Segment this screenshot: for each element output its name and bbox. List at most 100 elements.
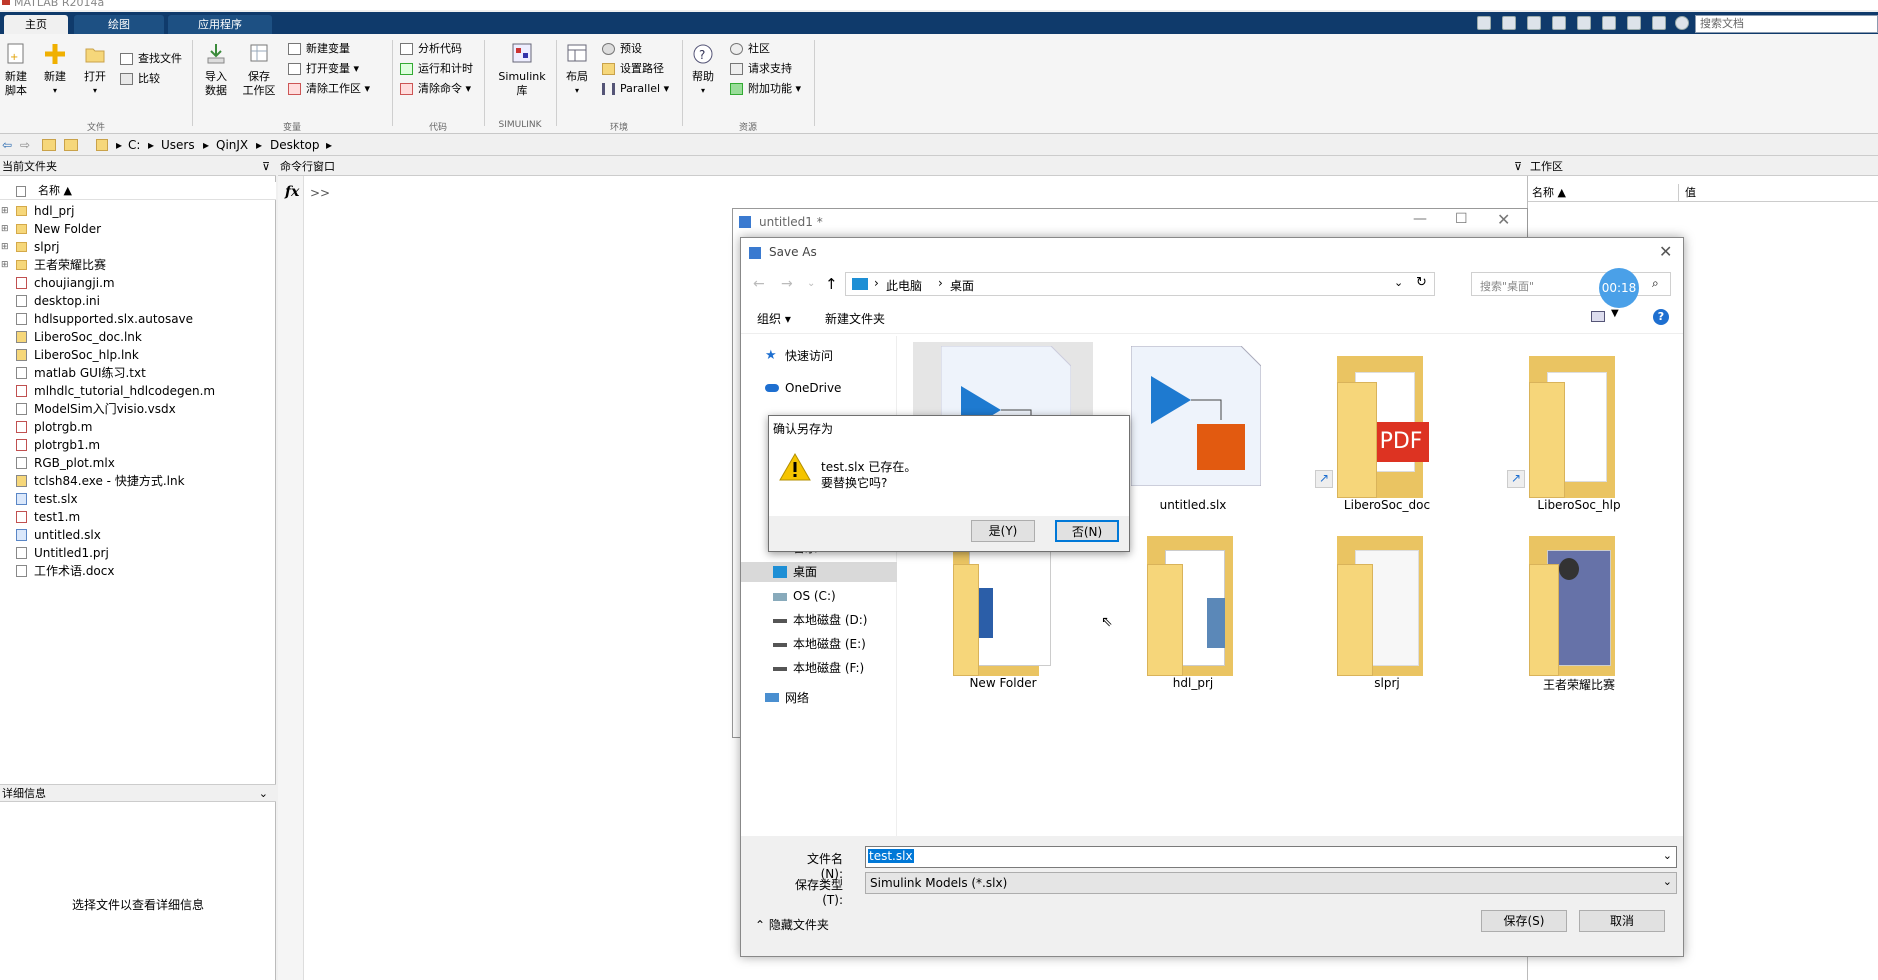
tab-plots[interactable]: 绘图 bbox=[74, 15, 164, 34]
chevron-down-icon[interactable]: ⌄ bbox=[1663, 849, 1672, 862]
nav-network[interactable]: 网络 bbox=[765, 688, 809, 708]
organize-button[interactable]: 组织 ▾ bbox=[757, 310, 791, 327]
close-icon[interactable]: ✕ bbox=[1659, 242, 1672, 261]
save-icon[interactable] bbox=[1502, 16, 1516, 30]
open-variable-button[interactable]: 打开变量 ▾ bbox=[286, 60, 359, 78]
tile-honor-of-kings[interactable]: 王者荣耀比赛 bbox=[1489, 528, 1669, 698]
fx-icon[interactable]: fx bbox=[285, 184, 299, 200]
tile-slprj[interactable]: slprj bbox=[1297, 528, 1477, 698]
layout-button[interactable]: 布局 ▾ bbox=[562, 42, 592, 98]
column-header-value[interactable]: 值 bbox=[1678, 184, 1696, 202]
file-list-item[interactable]: plotrgb.m bbox=[0, 418, 276, 436]
search-desktop-input[interactable]: 搜索"桌面" ⌕ bbox=[1471, 272, 1671, 296]
file-list-item[interactable]: ⊞ 王者荣耀比赛 bbox=[0, 256, 276, 274]
close-icon[interactable]: ✕ bbox=[1497, 210, 1510, 229]
expand-icon[interactable]: ⊞ bbox=[1, 256, 9, 274]
filename-input[interactable]: test.slx ⌄ bbox=[865, 846, 1677, 868]
save-button[interactable]: 保存(S) bbox=[1481, 910, 1567, 932]
file-list-item[interactable]: ⊞ slprj bbox=[0, 238, 276, 256]
no-button[interactable]: 否(N) bbox=[1055, 520, 1119, 542]
address-box[interactable]: › 此电脑 › 桌面 ⌄ ↻ bbox=[845, 272, 1435, 296]
analyze-code-button[interactable]: 分析代码 bbox=[398, 40, 462, 58]
new-script-button[interactable]: + 新建 脚本 bbox=[2, 42, 30, 98]
back-icon[interactable]: ⇦ bbox=[2, 138, 12, 152]
forward-icon[interactable]: → bbox=[781, 276, 793, 292]
tile-liberosoc-hlp[interactable]: ↗ LiberoSoc_hlp bbox=[1489, 342, 1669, 512]
chevron-down-icon[interactable]: ⌄ bbox=[1394, 276, 1403, 289]
copy-icon[interactable] bbox=[1552, 16, 1566, 30]
preferences-button[interactable]: 预设 bbox=[600, 40, 642, 58]
back-icon[interactable]: ← bbox=[753, 276, 765, 292]
nav-drive-e[interactable]: 本地磁盘 (E:) bbox=[773, 634, 866, 654]
quick-access-icon[interactable] bbox=[1477, 16, 1491, 30]
nav-drive-d[interactable]: 本地磁盘 (D:) bbox=[773, 610, 867, 630]
details-header[interactable]: 详细信息 ⌄ bbox=[0, 784, 276, 802]
help-button[interactable]: ? 帮助 ▾ bbox=[688, 42, 718, 98]
help-icon[interactable] bbox=[1675, 16, 1689, 30]
clear-commands-button[interactable]: 清除命令 ▾ bbox=[398, 80, 471, 98]
cancel-button[interactable]: 取消 bbox=[1579, 910, 1665, 932]
save-workspace-button[interactable]: 保存 工作区 bbox=[242, 42, 276, 98]
file-list-item[interactable]: LiberoSoc_doc.lnk bbox=[0, 328, 276, 346]
file-list-item[interactable]: desktop.ini bbox=[0, 292, 276, 310]
cut-icon[interactable] bbox=[1527, 16, 1541, 30]
chevron-down-icon[interactable]: ▼ bbox=[1611, 308, 1619, 319]
maximize-icon[interactable]: ☐ bbox=[1455, 211, 1468, 227]
expand-icon[interactable]: ⊞ bbox=[1, 202, 9, 220]
browse-folder-icon[interactable] bbox=[64, 139, 78, 151]
file-list-item[interactable]: test.slx bbox=[0, 490, 276, 508]
simulink-library-button[interactable]: Simulink 库 bbox=[494, 42, 550, 98]
filetype-select[interactable]: Simulink Models (*.slx) ⌄ bbox=[865, 872, 1677, 894]
file-list-item[interactable]: matlab GUI练习.txt bbox=[0, 364, 276, 382]
file-list-item[interactable]: untitled.slx bbox=[0, 526, 276, 544]
path-this-pc[interactable]: 此电脑 bbox=[886, 277, 922, 294]
crumb-c[interactable]: C: bbox=[128, 138, 140, 152]
path-desktop[interactable]: 桌面 bbox=[950, 277, 974, 294]
nav-onedrive[interactable]: OneDrive bbox=[765, 378, 841, 398]
new-button[interactable]: 新建 ▾ bbox=[40, 42, 70, 98]
file-list-item[interactable]: LiberoSoc_hlp.lnk bbox=[0, 346, 276, 364]
search-icon[interactable]: ⌕ bbox=[1652, 276, 1659, 291]
parallel-button[interactable]: Parallel ▾ bbox=[600, 80, 669, 98]
find-files-button[interactable]: 查找文件 bbox=[118, 50, 182, 68]
file-list-item[interactable]: Untitled1.prj bbox=[0, 544, 276, 562]
chevron-down-icon[interactable]: ⌄ bbox=[259, 785, 268, 803]
forward-icon[interactable]: ⇨ bbox=[20, 138, 30, 152]
request-support-button[interactable]: 请求支持 bbox=[728, 60, 792, 78]
open-button[interactable]: 打开 ▾ bbox=[80, 42, 110, 98]
hide-folders-toggle[interactable]: ⌃ 隐藏文件夹 bbox=[755, 916, 829, 933]
yes-button[interactable]: 是(Y) bbox=[971, 520, 1035, 542]
tab-apps[interactable]: 应用程序 bbox=[168, 15, 272, 34]
file-list-item[interactable]: ⊞ New Folder bbox=[0, 220, 276, 238]
up-folder-icon[interactable] bbox=[42, 139, 56, 151]
nav-desktop[interactable]: 桌面 bbox=[741, 562, 897, 582]
refresh-icon[interactable]: ↻ bbox=[1416, 275, 1427, 290]
file-list-item[interactable]: hdlsupported.slx.autosave bbox=[0, 310, 276, 328]
panel-menu-icon[interactable]: ⊽ bbox=[262, 158, 270, 176]
tile-hdl-prj[interactable]: hdl_prj bbox=[1103, 528, 1283, 698]
clear-workspace-button[interactable]: 清除工作区 ▾ bbox=[286, 80, 370, 98]
crumb-desktop[interactable]: Desktop bbox=[270, 138, 320, 152]
file-list-item[interactable]: ModelSim入门visio.vsdx bbox=[0, 400, 276, 418]
up-icon[interactable]: ↑ bbox=[825, 275, 838, 293]
crumb-users[interactable]: Users bbox=[161, 138, 195, 152]
nav-quick-access[interactable]: ★ 快速访问 bbox=[765, 346, 833, 366]
file-list-item[interactable]: choujiangji.m bbox=[0, 274, 276, 292]
view-options-icon[interactable] bbox=[1591, 311, 1605, 322]
nav-drive-c[interactable]: OS (C:) bbox=[773, 586, 836, 606]
column-header-name[interactable]: 名称 ▲ bbox=[1532, 184, 1566, 202]
new-variable-button[interactable]: 新建变量 bbox=[286, 40, 350, 58]
file-list-item[interactable]: plotrgb1.m bbox=[0, 436, 276, 454]
paste-icon[interactable] bbox=[1577, 16, 1591, 30]
expand-icon[interactable]: ⊞ bbox=[1, 238, 9, 256]
switch-windows-icon[interactable] bbox=[1652, 16, 1666, 30]
file-list-item[interactable]: test1.m bbox=[0, 508, 276, 526]
column-header-name[interactable]: 名称 ▲ bbox=[0, 182, 276, 200]
community-button[interactable]: 社区 bbox=[728, 40, 770, 58]
file-list-item[interactable]: RGB_plot.mlx bbox=[0, 454, 276, 472]
file-list-item[interactable]: 工作术语.docx bbox=[0, 562, 276, 580]
tab-home[interactable]: 主页 bbox=[4, 15, 68, 34]
chevron-down-icon[interactable]: ⌄ bbox=[1663, 875, 1672, 888]
recent-locations-icon[interactable]: ⌄ bbox=[807, 278, 815, 289]
panel-menu-icon[interactable]: ⊽ bbox=[1514, 158, 1522, 176]
